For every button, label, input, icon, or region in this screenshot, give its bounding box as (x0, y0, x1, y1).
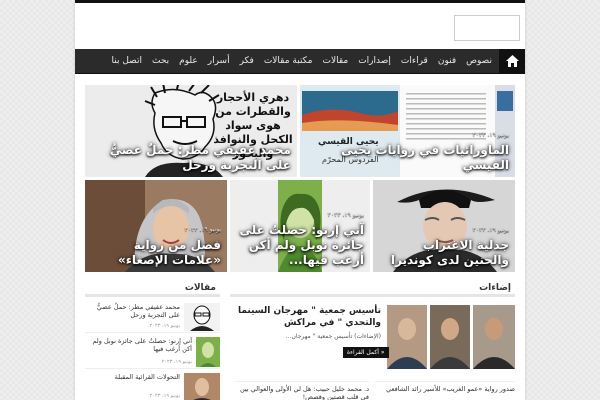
slide-qaisi[interactable]: يحيى القيسي الفردوس المحرّم يونيو ١٩، ٢٠… (300, 85, 515, 177)
list-item-title: محمد عفيفي مطر: حملٌ عصيُّ على التجربة و… (96, 303, 180, 319)
featured-photos[interactable] (387, 305, 515, 369)
featured-slider: دهري الأحجار والقطرات من هوى سواد الكحل … (85, 85, 515, 272)
nav-item-article-library[interactable]: مكتبة مقالات (259, 49, 318, 74)
featured-section-title: إضاءات (230, 283, 515, 297)
read-more-button[interactable]: أكمل القراءة » (343, 347, 389, 358)
nav-item-arts[interactable]: فنون (433, 49, 461, 74)
page-wrapper: نصوص فنون قراءات إصدارات مقالات مكتبة مق… (75, 0, 525, 400)
portrait-drawing-thumb (184, 303, 220, 331)
nav-item-sciences[interactable]: علوم (174, 49, 203, 74)
list-item-title: آني إرنو: حصلتُ على جائزة نوبل ولم أكن أ… (92, 337, 192, 353)
list-item[interactable]: التحولات القرائية المقبلة يونيو ١٩، ٢٠٢٣ (85, 371, 220, 400)
list-thumb (184, 373, 220, 400)
nav-item-research[interactable]: بحث (147, 49, 174, 74)
nav-item-releases[interactable]: إصدارات (353, 49, 396, 74)
list-item[interactable]: محمد عفيفي مطر: حملٌ عصيُّ على التجربة و… (85, 301, 220, 333)
list-item-date: يونيو ١٩، ٢٠٢٣ (149, 323, 180, 329)
slide-caption: يونيو ١٩، ٢٠٢٣ جدلية الاغتراب والحنين لد… (390, 226, 509, 267)
site-header (75, 3, 525, 49)
search-input[interactable] (454, 15, 520, 41)
featured-headline[interactable]: تأسيس جمعية " مهرجان السينما والتحدي " ف… (235, 305, 381, 329)
nav-item-secrets[interactable]: أسرار (203, 49, 235, 74)
list-item-title: التحولات القرائية المقبلة (114, 373, 180, 381)
featured-photo-collage (387, 305, 515, 369)
slide-kundera[interactable]: يونيو ١٩، ٢٠٢٣ جدلية الاغتراب والحنين لد… (373, 180, 515, 272)
list-item[interactable]: آني إرنو: حصلتُ على جائزة نوبل ولم أكن أ… (85, 335, 220, 369)
slide-caption: يونيو ١٩، ٢٠٢٣ الماورائيات في روايات يحي… (341, 131, 509, 172)
main-nav: نصوص فنون قراءات إصدارات مقالات مكتبة مق… (75, 48, 525, 74)
nav-item-thought[interactable]: فكر (235, 49, 259, 74)
slide-ernaux[interactable]: يونيو ١٩، ٢٠٢٣ آني إرنو: حصلتُ على جائزة… (230, 180, 370, 272)
list-item-date: يونيو ١٩، ٢٠٢٣ (161, 359, 192, 365)
list-thumb (196, 337, 220, 367)
home-icon (505, 55, 519, 67)
latest-articles-title: مقالات (85, 283, 220, 297)
slide-afifi-matar[interactable]: دهري الأحجار والقطرات من هوى سواد الكحل … (85, 85, 297, 177)
nav-item-texts[interactable]: نصوص (461, 49, 497, 74)
list-thumb (184, 303, 220, 331)
nav-item-contact[interactable]: اتصل بنا (107, 49, 147, 74)
slide-caption: يونيو ١٩، ٢٠٢٣ آني إرنو: حصلتُ على جائزة… (239, 211, 364, 267)
home-button[interactable] (499, 48, 525, 74)
featured-excerpt: (الإضاءات) تأسيس جمعية " مهرجان... (285, 333, 381, 340)
slide-caption: محمد عفيفي مطر: حملٌ عصيُّ على التجربة و… (109, 143, 291, 172)
nav-item-articles[interactable]: مقالات (317, 49, 353, 74)
slide-listening-novel[interactable]: يونيو ١٩، ٢٠٢٣ فصل من رواية «علامات الإص… (85, 180, 227, 272)
featured-sub-item[interactable]: صدور رواية «عمو الغريب» للأسير رائد الشا… (375, 381, 515, 393)
featured-sub-item[interactable]: د. محمد خليل حبيب: هل لي الأولى والعوالي… (235, 381, 369, 400)
author-photo-thumb (196, 337, 220, 367)
slide-caption: يونيو ١٩، ٢٠٢٣ فصل من رواية «علامات الإص… (117, 226, 221, 267)
author-photo-thumb (184, 373, 220, 400)
nav-item-readings[interactable]: قراءات (396, 49, 433, 74)
list-item-date: يونيو ١٩، ٢٠٢٣ (149, 393, 180, 399)
